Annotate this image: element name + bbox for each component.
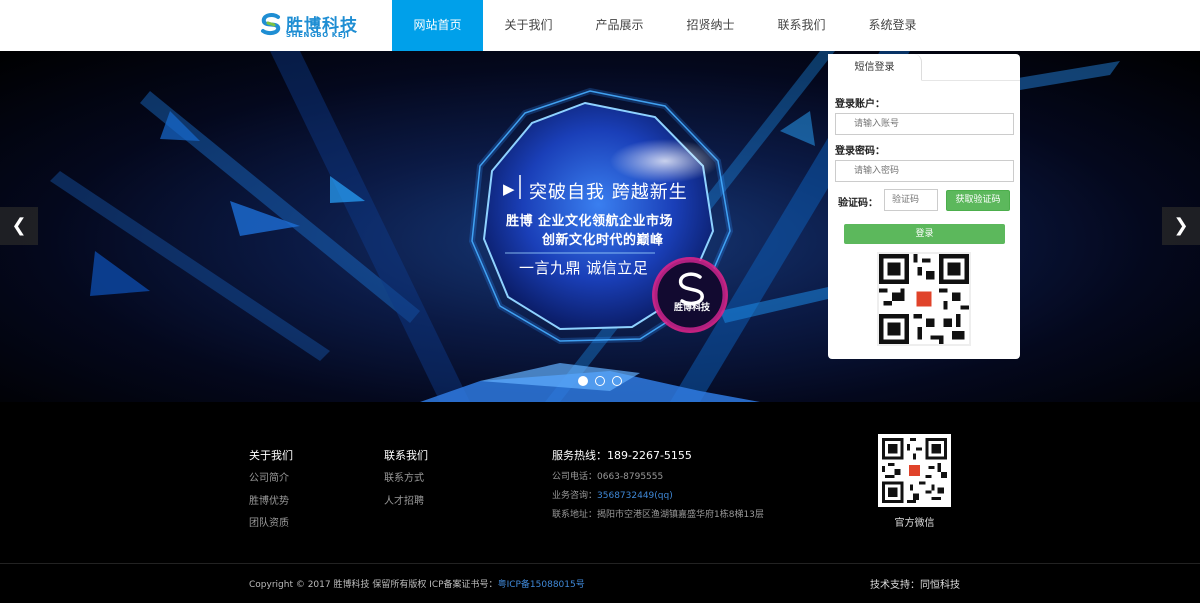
carousel-dot-1[interactable] (578, 376, 588, 386)
main-nav: 网站首页 关于我们 产品展示 招贤纳士 联系我们 系统登录 (392, 0, 938, 51)
carousel-next-button[interactable]: ❯ (1162, 207, 1200, 245)
hero-banner: ▶ 突破自我 跨越新生 胜博 企业文化领航企业市场 创新文化时代的巅峰 一言九鼎… (0, 51, 1200, 402)
footer-hotline: 服务热线：189-2267-5155 (552, 449, 692, 462)
banner-slogan-line4: 一言九鼎 诚信立足 (519, 259, 649, 277)
nav-about[interactable]: 关于我们 (483, 0, 574, 51)
site-logo[interactable]: 胜博科技 SHENGBO KEJI (259, 11, 369, 41)
footer-link-team[interactable]: 团队资质 (249, 514, 289, 529)
play-icon: ▶ (503, 180, 515, 198)
login-submit-button[interactable]: 登录 (844, 224, 1005, 244)
chevron-right-icon: ❯ (1173, 215, 1189, 236)
code-input[interactable] (884, 189, 938, 211)
banner-badge-name: 胜博科技 (673, 303, 710, 313)
account-label: 登录账户： (835, 99, 885, 110)
carousel-indicators (578, 376, 622, 386)
banner-slogan-line2: 胜博 企业文化领航企业市场 (506, 214, 674, 229)
nav-system-login[interactable]: 系统登录 (847, 0, 938, 51)
tab-divider (922, 80, 1020, 81)
footer-qq: 业务咨询：3568732449(qq) (552, 488, 673, 501)
footer-about-title: 关于我们 (249, 449, 293, 462)
logo-icon (261, 12, 281, 36)
get-code-button[interactable]: 获取验证码 (946, 190, 1010, 211)
login-panel: 短信登录 登录账户： 登录密码： 验证码： 获取验证码 登录 (828, 54, 1020, 359)
footer-qq-link[interactable]: 3568732449(qq) (597, 491, 673, 501)
tab-sms-login[interactable]: 短信登录 (828, 54, 922, 81)
copyright-text: Copyright © 2017 胜博科技 保留所有版权 ICP备案证书号： (249, 580, 498, 590)
carousel-dot-2[interactable] (595, 376, 605, 386)
banner-slogan-line3: 创新文化时代的巅峰 (542, 233, 664, 248)
nav-careers[interactable]: 招贤纳士 (665, 0, 756, 51)
icp-link[interactable]: 粤ICP备15088015号 (498, 580, 585, 590)
wechat-qr-code (878, 434, 951, 507)
footer-address: 联系地址：揭阳市空港区渔湖镇嘉盛华府1栋8梯13层 (552, 510, 764, 520)
qr-code-icon (882, 438, 947, 503)
nav-products[interactable]: 产品展示 (574, 0, 665, 51)
tech-support: 技术支持：同恒科技 (870, 580, 960, 591)
nav-home[interactable]: 网站首页 (392, 0, 483, 51)
footer-phone: 公司电话：0663-8795555 (552, 472, 664, 482)
carousel-dot-3[interactable] (612, 376, 622, 386)
site-header: 胜博科技 SHENGBO KEJI 网站首页 关于我们 产品展示 招贤纳士 联系… (0, 0, 1200, 51)
footer-link-jobs[interactable]: 人才招聘 (384, 492, 424, 507)
wechat-label: 官方微信 (894, 518, 935, 529)
login-qr-code (877, 252, 971, 346)
account-input[interactable] (835, 113, 1014, 135)
footer-contact-title: 联系我们 (384, 449, 428, 462)
copyright: Copyright © 2017 胜博科技 保留所有版权 ICP备案证书号：粤I… (249, 577, 585, 590)
banner-slogan-main: 突破自我 跨越新生 (529, 182, 688, 203)
footer-link-advantage[interactable]: 胜博优势 (249, 492, 289, 507)
carousel-prev-button[interactable]: ❮ (0, 207, 38, 245)
code-label: 验证码： (838, 198, 878, 209)
footer-link-intro[interactable]: 公司简介 (249, 469, 289, 484)
nav-contact[interactable]: 联系我们 (756, 0, 847, 51)
footer-link-contact[interactable]: 联系方式 (384, 469, 424, 484)
chevron-left-icon: ❮ (11, 215, 27, 236)
site-footer: 关于我们 公司简介 胜博优势 团队资质 联系我们 联系方式 人才招聘 服务热线：… (0, 402, 1200, 603)
password-input[interactable] (835, 160, 1014, 182)
footer-divider (0, 563, 1200, 564)
password-label: 登录密码： (835, 146, 885, 157)
qr-code-icon (879, 254, 969, 344)
footer-qq-label: 业务咨询： (552, 491, 598, 501)
logo-name-en: SHENGBO KEJI (286, 31, 350, 39)
